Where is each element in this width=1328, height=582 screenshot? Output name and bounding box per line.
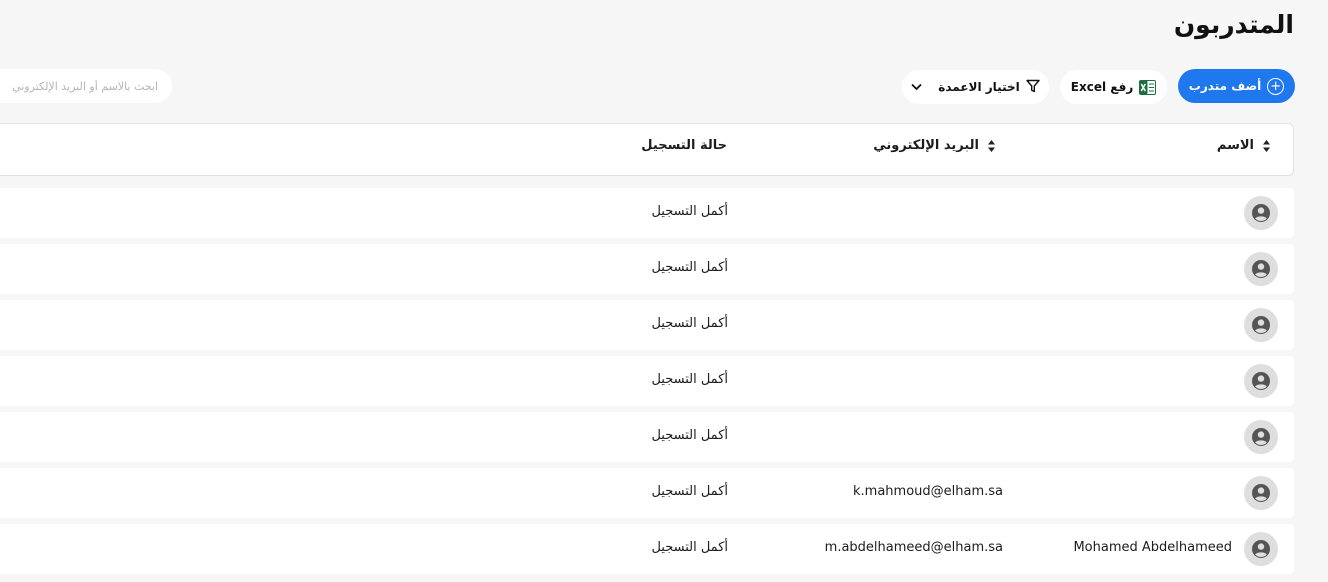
choose-columns-button[interactable]: اختيار الاعمدة: [902, 70, 1049, 104]
filter-icon: [1026, 79, 1040, 96]
search-input[interactable]: [0, 69, 172, 103]
add-trainee-label: أضف متدرب: [1188, 79, 1262, 93]
user-circle-icon: [1244, 476, 1278, 510]
cell-status: أكمل التسجيل: [651, 372, 728, 387]
upload-excel-button[interactable]: رفع Excel: [1060, 70, 1167, 104]
column-header-status-label: حالة التسجيل: [641, 138, 727, 153]
cell-status: أكمل التسجيل: [651, 484, 728, 499]
sort-icon: [988, 139, 995, 152]
user-circle-icon: [1244, 252, 1278, 286]
table-row[interactable]: أكمل التسجيل: [0, 188, 1294, 238]
table-header: الاسم البريد الإلكتروني حالة التسجيل: [0, 123, 1294, 176]
column-header-email-label: البريد الإلكتروني: [873, 138, 979, 153]
chevron-down-icon: [911, 80, 922, 94]
table-row[interactable]: Mohamed Abdelhameed m.abdelhameed@elham.…: [0, 524, 1294, 574]
plus-circle-icon: +: [1267, 77, 1285, 95]
cell-status: أكمل التسجيل: [651, 428, 728, 443]
cell-status: أكمل التسجيل: [651, 540, 728, 555]
table-row[interactable]: k.mahmoud@elham.sa أكمل التسجيل: [0, 468, 1294, 518]
user-circle-icon: [1244, 532, 1278, 566]
column-header-status: حالة التسجيل: [641, 138, 727, 153]
cell-status: أكمل التسجيل: [651, 204, 728, 219]
column-header-email[interactable]: البريد الإلكتروني: [873, 138, 996, 153]
add-trainee-button[interactable]: + أضف متدرب: [1178, 69, 1295, 103]
table-row[interactable]: أكمل التسجيل: [0, 356, 1294, 406]
table-row[interactable]: أكمل التسجيل: [0, 300, 1294, 350]
table-row[interactable]: أكمل التسجيل: [0, 412, 1294, 462]
cell-name: Mohamed Abdelhameed: [1073, 540, 1232, 555]
upload-excel-label: رفع Excel: [1070, 80, 1134, 94]
table-row[interactable]: أكمل التسجيل: [0, 244, 1294, 294]
user-circle-icon: [1244, 196, 1278, 230]
excel-file-icon: [1139, 79, 1157, 95]
cell-status: أكمل التسجيل: [651, 316, 728, 331]
choose-columns-label: اختيار الاعمدة: [938, 80, 1020, 94]
cell-status: أكمل التسجيل: [651, 260, 728, 275]
user-circle-icon: [1244, 308, 1278, 342]
user-circle-icon: [1244, 364, 1278, 398]
page-title: المتدربون: [1173, 10, 1294, 39]
column-header-name-label: الاسم: [1216, 138, 1254, 153]
cell-email: k.mahmoud@elham.sa: [853, 484, 1003, 499]
user-circle-icon: [1244, 420, 1278, 454]
column-header-name[interactable]: الاسم: [1217, 138, 1271, 153]
sort-icon: [1263, 139, 1270, 152]
cell-email: m.abdelhameed@elham.sa: [824, 540, 1003, 555]
